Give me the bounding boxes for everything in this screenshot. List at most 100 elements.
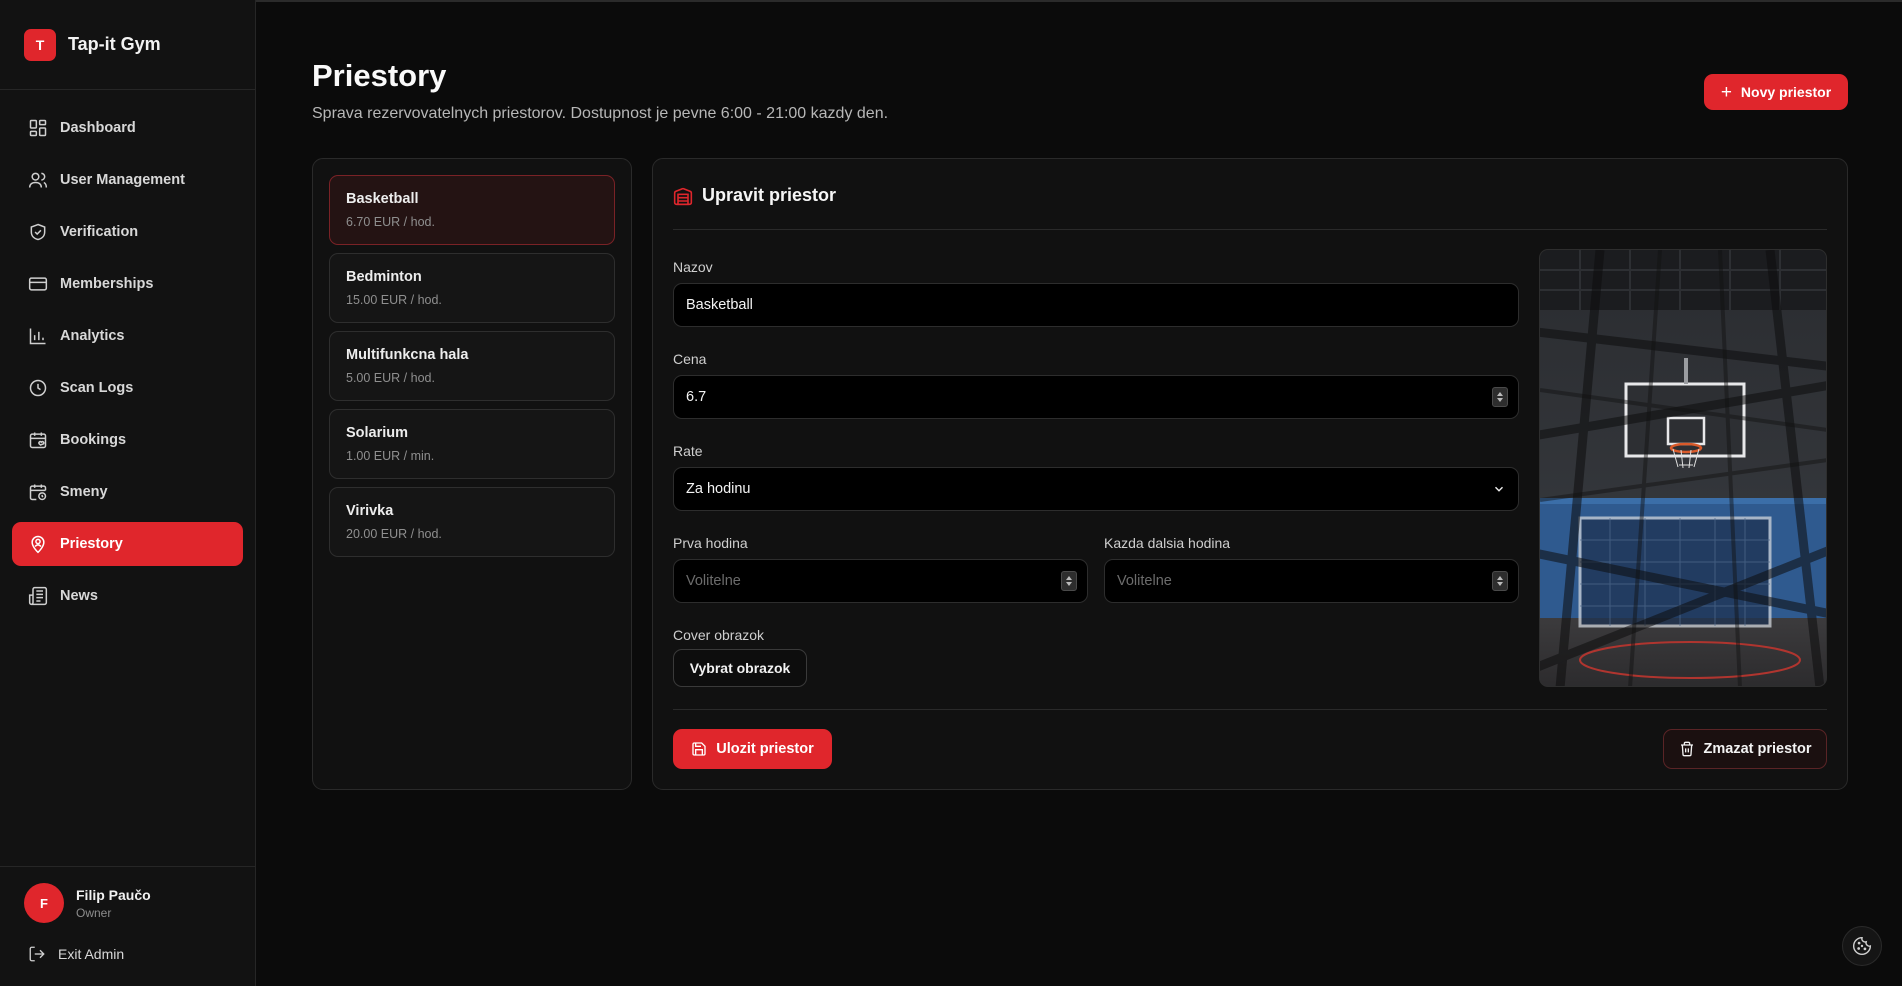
divider [673,229,1827,230]
page-title: Priestory [312,58,447,93]
clock-icon [29,379,47,397]
pick-image-button[interactable]: Vybrat obrazok [673,649,807,687]
log-out-icon [29,946,45,962]
sidebar-item-label: Analytics [60,328,125,344]
plus-icon: + [1720,81,1732,103]
sidebar-nav: Dashboard User Management Verification M… [0,90,255,618]
new-space-label: Novy priestor [1740,84,1832,100]
sidebar-item-news[interactable]: News [12,574,243,618]
basketball-court-image [1540,250,1826,686]
sidebar-item-analytics[interactable]: Analytics [12,314,243,358]
top-border [0,0,1902,2]
avatar: F [24,883,64,923]
dashboard-icon [29,119,47,137]
trash-icon [1680,741,1693,757]
save-space-button[interactable]: Ulozit priestor [673,729,832,769]
price-stepper-icon[interactable] [1492,387,1508,407]
rate-label: Rate [673,443,703,459]
next-hour-input[interactable]: Volitelne [1104,559,1519,603]
price-input[interactable]: 6.7 [673,375,1519,419]
save-space-label: Ulozit priestor [716,741,814,757]
sidebar-item-verification[interactable]: Verification [12,210,243,254]
sidebar-item-label: Scan Logs [60,380,134,396]
brand-name: Tap-it Gym [68,34,161,54]
credit-card-icon [28,277,48,291]
space-price: 6.70 EUR / hod. [346,215,435,229]
next-hour-placeholder: Volitelne [1117,573,1172,589]
users-icon [28,172,48,188]
first-hour-stepper-icon[interactable] [1061,571,1077,591]
edit-panel-header: Upravit priestor [673,185,836,206]
spaces-list: Basketball 6.70 EUR / hod. Bedminton 15.… [312,158,632,790]
user-name: Filip Paučo [76,886,151,903]
sidebar-footer: F Filip Paučo Owner Exit Admin [0,866,255,986]
sidebar: T Tap-it Gym Dashboard User Management V… [0,0,256,986]
edit-panel-title: Upravit priestor [702,185,837,205]
user-profile[interactable]: F Filip Paučo Owner [24,883,151,923]
sidebar-item-label: User Management [60,172,185,188]
space-price: 20.00 EUR / hod. [346,527,442,541]
list-item[interactable]: Virivka 20.00 EUR / hod. [329,487,615,557]
bar-chart-icon [29,328,46,345]
price-value: 6.7 [686,389,707,405]
brand[interactable]: T Tap-it Gym [0,0,255,90]
rate-select[interactable]: Za hodinu [673,467,1519,511]
space-name: Virivka [346,503,394,519]
save-icon [692,742,706,756]
exit-admin-button[interactable]: Exit Admin [28,945,124,963]
exit-admin-label: Exit Admin [58,946,125,962]
space-price: 1.00 EUR / min. [346,449,435,463]
rate-value: Za hodinu [686,481,751,497]
price-label: Cena [673,351,707,367]
name-value: Basketball [686,297,753,313]
list-item[interactable]: Basketball 6.70 EUR / hod. [329,175,615,245]
space-price: 15.00 EUR / hod. [346,293,442,307]
cover-label: Cover obrazok [673,627,765,643]
sidebar-item-user-management[interactable]: User Management [12,158,243,202]
sidebar-item-label: News [60,588,98,604]
sidebar-item-label: Memberships [60,276,154,292]
shield-check-icon [30,223,46,241]
next-hour-stepper-icon[interactable] [1492,571,1508,591]
calendar-heart-icon [29,432,47,449]
sidebar-item-label: Verification [60,224,139,240]
sidebar-item-memberships[interactable]: Memberships [12,262,243,306]
sidebar-item-dashboard[interactable]: Dashboard [12,106,243,150]
space-name: Multifunkcna hala [346,347,469,363]
space-name: Solarium [346,425,409,441]
delete-space-button[interactable]: Zmazat priestor [1663,729,1827,769]
first-hour-input[interactable]: Volitelne [673,559,1088,603]
chevron-down-icon [1495,486,1503,492]
sidebar-item-bookings[interactable]: Bookings [12,418,243,462]
page-subtitle: Sprava rezervovatelnych priestorov. Dost… [312,105,889,122]
sidebar-item-smeny[interactable]: Smeny [12,470,243,514]
first-hour-placeholder: Volitelne [686,573,741,589]
list-item[interactable]: Bedminton 15.00 EUR / hod. [329,253,615,323]
space-name: Basketball [346,191,419,207]
newspaper-icon [28,586,48,606]
sidebar-item-label: Priestory [60,536,123,552]
first-hour-label: Prva hodina [673,535,748,551]
space-name: Bedminton [346,269,422,285]
name-input[interactable]: Basketball [673,283,1519,327]
sidebar-item-label: Bookings [60,432,127,448]
cookie-settings-button[interactable] [1842,926,1882,966]
calendar-clock-icon [29,484,47,501]
next-hour-label: Kazda dalsia hodina [1104,535,1231,551]
list-item[interactable]: Multifunkcna hala 5.00 EUR / hod. [329,331,615,401]
space-price: 5.00 EUR / hod. [346,371,435,385]
delete-space-label: Zmazat priestor [1703,741,1812,757]
user-role: Owner [76,905,112,920]
cookie-icon [1852,936,1872,956]
warehouse-icon [673,187,693,205]
divider [673,709,1827,710]
sidebar-item-priestory[interactable]: Priestory [12,522,243,566]
brand-logo: T [24,28,56,61]
new-space-button[interactable]: + Novy priestor [1704,74,1848,110]
edit-space-panel: Upravit priestor Nazov Basketball Cena 6… [652,158,1848,790]
sidebar-item-scan-logs[interactable]: Scan Logs [12,366,243,410]
sidebar-item-label: Smeny [60,484,108,500]
cover-image [1539,249,1827,687]
map-pin-user-icon [31,535,45,554]
list-item[interactable]: Solarium 1.00 EUR / min. [329,409,615,479]
